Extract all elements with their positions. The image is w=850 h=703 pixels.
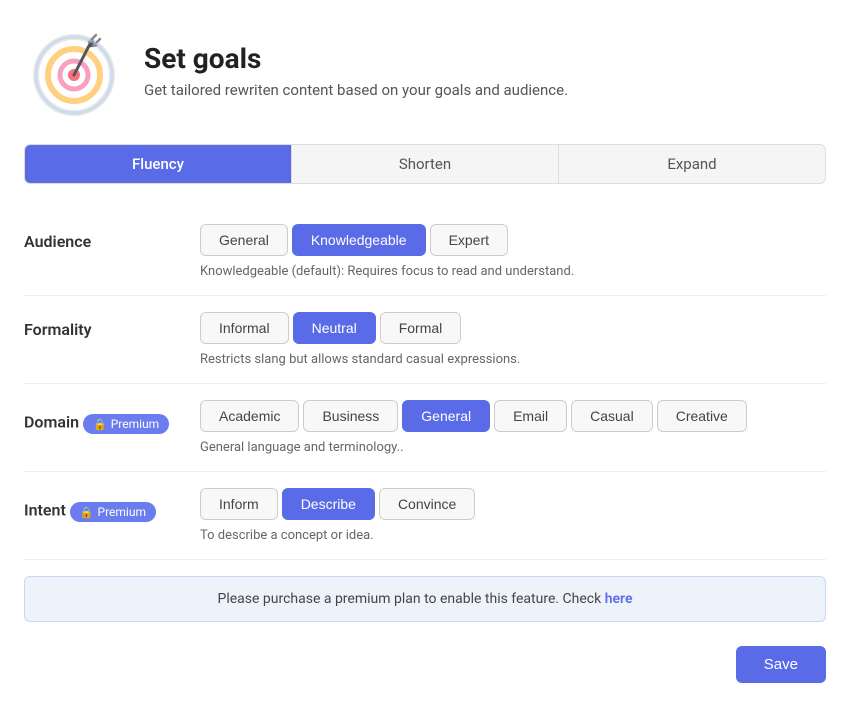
page-header: Set goals Get tailored rewriten content …: [24, 20, 826, 120]
audience-content: General Knowledgeable Expert Knowledgeab…: [200, 224, 826, 279]
domain-description: General language and terminology..: [200, 440, 826, 455]
audience-knowledgeable-btn[interactable]: Knowledgeable: [292, 224, 426, 256]
formality-content: Informal Neutral Formal Restricts slang …: [200, 312, 826, 367]
tab-expand[interactable]: Expand: [559, 145, 825, 183]
domain-premium-badge: 🔒 Premium: [83, 414, 169, 434]
domain-casual-btn[interactable]: Casual: [571, 400, 653, 432]
domain-academic-btn[interactable]: Academic: [200, 400, 299, 432]
domain-creative-btn[interactable]: Creative: [657, 400, 747, 432]
audience-general-btn[interactable]: General: [200, 224, 288, 256]
domain-options: Academic Business General Email Casual C…: [200, 400, 826, 432]
page-subtitle: Get tailored rewriten content based on y…: [144, 81, 568, 99]
intent-inform-btn[interactable]: Inform: [200, 488, 278, 520]
logo: [24, 20, 124, 120]
premium-notice-text: Please purchase a premium plan to enable…: [217, 591, 601, 607]
premium-notice: Please purchase a premium plan to enable…: [24, 576, 826, 622]
domain-general-btn[interactable]: General: [402, 400, 490, 432]
domain-email-btn[interactable]: Email: [494, 400, 567, 432]
lock-icon: 🔒: [93, 418, 107, 431]
premium-notice-link[interactable]: here: [605, 591, 633, 607]
domain-content: Academic Business General Email Casual C…: [200, 400, 826, 455]
audience-expert-btn[interactable]: Expert: [430, 224, 508, 256]
domain-label: Domain: [24, 413, 79, 432]
page-title: Set goals: [144, 42, 568, 75]
intent-section: Intent 🔒 Premium Inform Describe Convinc…: [24, 472, 826, 560]
tab-shorten[interactable]: Shorten: [292, 145, 559, 183]
lock-icon-2: 🔒: [80, 506, 94, 519]
formality-section: Formality Informal Neutral Formal Restri…: [24, 296, 826, 384]
tab-bar: Fluency Shorten Expand: [24, 144, 826, 184]
domain-business-btn[interactable]: Business: [303, 400, 398, 432]
intent-options: Inform Describe Convince: [200, 488, 826, 520]
intent-describe-btn[interactable]: Describe: [282, 488, 375, 520]
intent-premium-badge: 🔒 Premium: [70, 502, 156, 522]
intent-convince-btn[interactable]: Convince: [379, 488, 475, 520]
intent-content: Inform Describe Convince To describe a c…: [200, 488, 826, 543]
domain-section: Domain 🔒 Premium Academic Business Gener…: [24, 384, 826, 472]
formality-informal-btn[interactable]: Informal: [200, 312, 289, 344]
domain-premium-label: Premium: [111, 417, 159, 431]
intent-premium-label: Premium: [98, 505, 146, 519]
audience-options: General Knowledgeable Expert: [200, 224, 826, 256]
audience-section: Audience General Knowledgeable Expert Kn…: [24, 208, 826, 296]
save-button[interactable]: Save: [736, 646, 826, 683]
intent-description: To describe a concept or idea.: [200, 528, 826, 543]
audience-label: Audience: [24, 232, 91, 251]
header-text: Set goals Get tailored rewriten content …: [144, 42, 568, 99]
intent-label: Intent: [24, 501, 66, 520]
formality-neutral-btn[interactable]: Neutral: [293, 312, 376, 344]
audience-description: Knowledgeable (default): Requires focus …: [200, 264, 826, 279]
formality-description: Restricts slang but allows standard casu…: [200, 352, 826, 367]
tab-fluency[interactable]: Fluency: [25, 145, 292, 183]
formality-label: Formality: [24, 320, 92, 339]
footer: Save: [24, 638, 826, 683]
formality-options: Informal Neutral Formal: [200, 312, 826, 344]
formality-formal-btn[interactable]: Formal: [380, 312, 462, 344]
